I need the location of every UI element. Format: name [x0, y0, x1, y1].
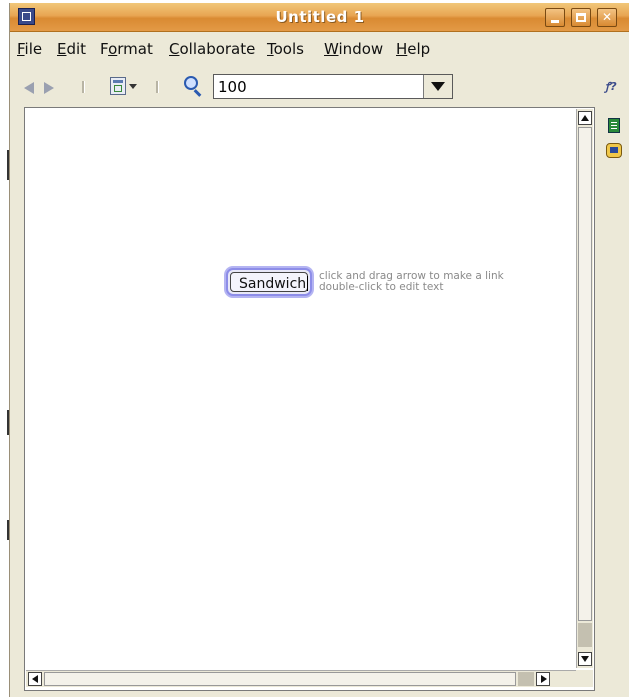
view-mode-icon[interactable] — [110, 77, 126, 95]
desktop-left-edge — [0, 0, 9, 697]
zoom-combobox[interactable] — [213, 74, 453, 99]
scroll-up-button[interactable] — [578, 111, 592, 125]
zoom-icon[interactable] — [184, 76, 198, 90]
scroll-down-button[interactable] — [578, 652, 592, 666]
context-help-icon[interactable]: ꝭ? — [605, 79, 621, 93]
back-arrow-icon[interactable] — [24, 82, 34, 94]
toolbar: ꝭ? — [10, 67, 629, 107]
map-canvas[interactable]: Sandwich click and drag arrow to make a … — [24, 107, 595, 691]
toolbar-separator — [156, 81, 159, 93]
scroll-left-button[interactable] — [28, 672, 42, 686]
concept-node[interactable]: Sandwich — [226, 268, 312, 296]
minimize-button[interactable] — [545, 8, 565, 27]
scroll-corner — [576, 670, 593, 687]
maximize-button[interactable] — [571, 8, 591, 27]
menu-format[interactable]: Format — [100, 40, 153, 58]
menu-window[interactable]: Window — [324, 40, 383, 58]
menu-bar: File Edit Format Collaborate Tools Windo… — [10, 32, 629, 62]
hint-line-edit: double-click to edit text — [319, 281, 444, 293]
title-bar[interactable]: Untitled 1 ✕ — [10, 3, 629, 32]
horizontal-scroll-track[interactable] — [518, 672, 534, 686]
forward-arrow-icon[interactable] — [44, 82, 54, 94]
horizontal-scroll-thumb[interactable] — [44, 672, 516, 686]
node-label[interactable]: Sandwich — [239, 276, 306, 292]
menu-collaborate[interactable]: Collaborate — [169, 40, 255, 58]
zoom-dropdown-button[interactable] — [423, 75, 452, 98]
notes-icon[interactable] — [608, 118, 620, 133]
node-label-wrap[interactable]: Sandwich — [239, 276, 309, 292]
chevron-down-icon[interactable] — [129, 84, 137, 89]
menu-tools[interactable]: Tools — [267, 40, 304, 58]
vertical-scrollbar[interactable] — [576, 109, 593, 668]
toolbar-separator — [82, 81, 85, 93]
node-hint: click and drag arrow to make a link doub… — [319, 271, 504, 293]
menu-file[interactable]: File — [17, 40, 42, 58]
close-button[interactable]: ✕ — [597, 8, 617, 27]
menu-edit[interactable]: Edit — [57, 40, 86, 58]
application-window: Untitled 1 ✕ File Edit Format Collaborat… — [9, 3, 629, 697]
scroll-right-button[interactable] — [536, 672, 550, 686]
collaborators-icon[interactable] — [606, 143, 622, 158]
horizontal-scrollbar[interactable] — [26, 670, 576, 687]
vertical-scroll-thumb[interactable] — [578, 127, 592, 621]
menu-help[interactable]: Help — [396, 40, 430, 58]
zoom-input[interactable] — [214, 75, 424, 98]
window-title: Untitled 1 — [275, 8, 365, 26]
vertical-scroll-track[interactable] — [578, 623, 592, 647]
node-text-box[interactable]: Sandwich — [230, 272, 309, 292]
text-cursor — [307, 276, 309, 291]
